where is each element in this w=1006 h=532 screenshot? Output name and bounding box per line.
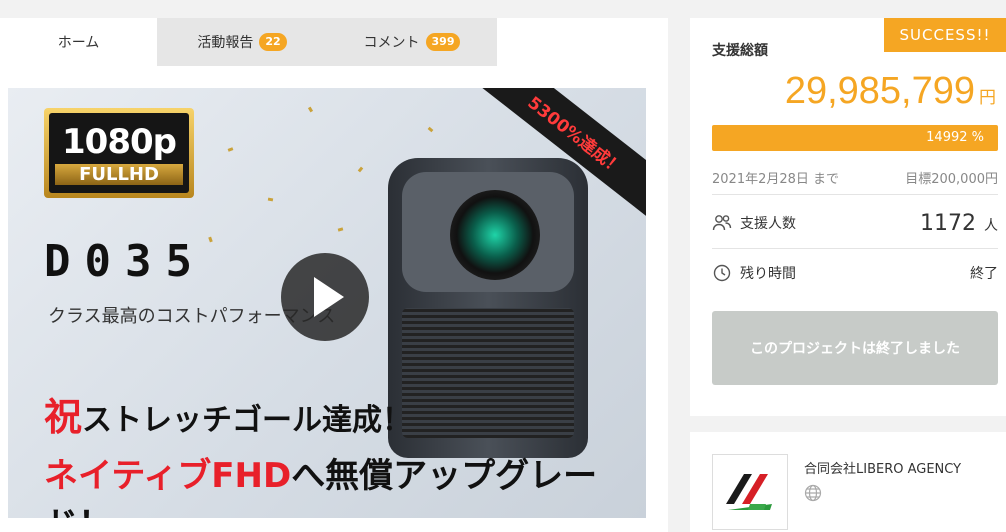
fullhd-badge: 1080p FULLHD xyxy=(44,108,194,198)
supporters-label: 支援人数 xyxy=(740,216,796,232)
count-badge: 22 xyxy=(259,33,287,51)
globe-icon[interactable] xyxy=(804,484,822,502)
total-funding-amount: 29,985,799 円 xyxy=(785,70,996,113)
main-panel: ホーム 活動報告 22 コメント 399 1080p FULLHD D035 クラス… xyxy=(0,18,668,532)
play-icon xyxy=(314,277,344,317)
remaining-label: 残り時間 xyxy=(740,266,796,282)
supporters-unit: 人 xyxy=(984,217,998,234)
tab-bar: ホーム 活動報告 22 コメント 399 xyxy=(0,18,497,66)
project-ended-button[interactable]: このプロジェクトは終了しました xyxy=(712,311,998,385)
headline-2-red: ネイティブFHD xyxy=(44,456,292,496)
hero-video[interactable]: 1080p FULLHD D035 クラス最高のコストパフォーマンス 5300%… xyxy=(8,88,646,518)
headline-1-rest: ストレッチゴール達成！ xyxy=(82,403,413,438)
model-name: D035 xyxy=(44,236,206,287)
progress-percent: 14992 % xyxy=(926,130,984,145)
tab-comments[interactable]: コメント 399 xyxy=(327,18,497,66)
play-button[interactable] xyxy=(281,253,369,341)
tab-activity-reports[interactable]: 活動報告 22 xyxy=(157,18,327,66)
supporters-count: 1172 人 xyxy=(920,211,998,236)
supporters-row: 支援人数 1172 人 xyxy=(712,208,998,238)
badge-fullhd: FULLHD xyxy=(54,163,184,185)
amount-currency: 円 xyxy=(979,88,996,107)
badge-resolution: 1080p xyxy=(62,121,177,162)
goal-text: 目標200,000円 xyxy=(905,172,998,187)
amount-value: 29,985,799 xyxy=(784,70,975,112)
tab-home[interactable]: ホーム xyxy=(0,18,157,66)
headline-2: ネイティブFHDへ無償アップグレード！ xyxy=(44,448,646,518)
owner-name[interactable]: 合同会社LIBERO AGENCY xyxy=(804,458,961,477)
clock-icon xyxy=(712,263,732,283)
progress-bar: 14992 % xyxy=(712,125,998,151)
projector-image xyxy=(388,158,588,458)
tab-label: 活動報告 xyxy=(197,35,254,51)
remaining-value: 終了 xyxy=(970,266,998,282)
people-icon xyxy=(712,213,732,233)
headline-1-big: 祝 xyxy=(44,395,83,439)
total-funding-label: 支援総額 xyxy=(712,43,768,59)
headline-1: 祝ストレッチゴール達成！ xyxy=(44,386,412,441)
supporters-value: 1172 xyxy=(920,210,976,236)
tab-label: コメント xyxy=(363,35,420,51)
success-badge: SUCCESS!! xyxy=(884,18,1006,52)
owner-panel: 合同会社LIBERO AGENCY xyxy=(690,432,1006,532)
company-logo[interactable] xyxy=(712,454,788,530)
funding-status-panel: SUCCESS!! 支援総額 29,985,799 円 14992 % 2021年… xyxy=(690,18,1006,416)
deadline-text: 2021年2月28日 まで xyxy=(712,172,840,187)
divider xyxy=(712,248,998,249)
tab-label: ホーム xyxy=(57,35,100,51)
count-badge: 399 xyxy=(425,33,461,51)
remaining-row: 残り時間 終了 xyxy=(712,260,998,286)
deadline-row: 2021年2月28日 まで 目標200,000円 xyxy=(712,168,998,187)
divider xyxy=(712,194,998,195)
